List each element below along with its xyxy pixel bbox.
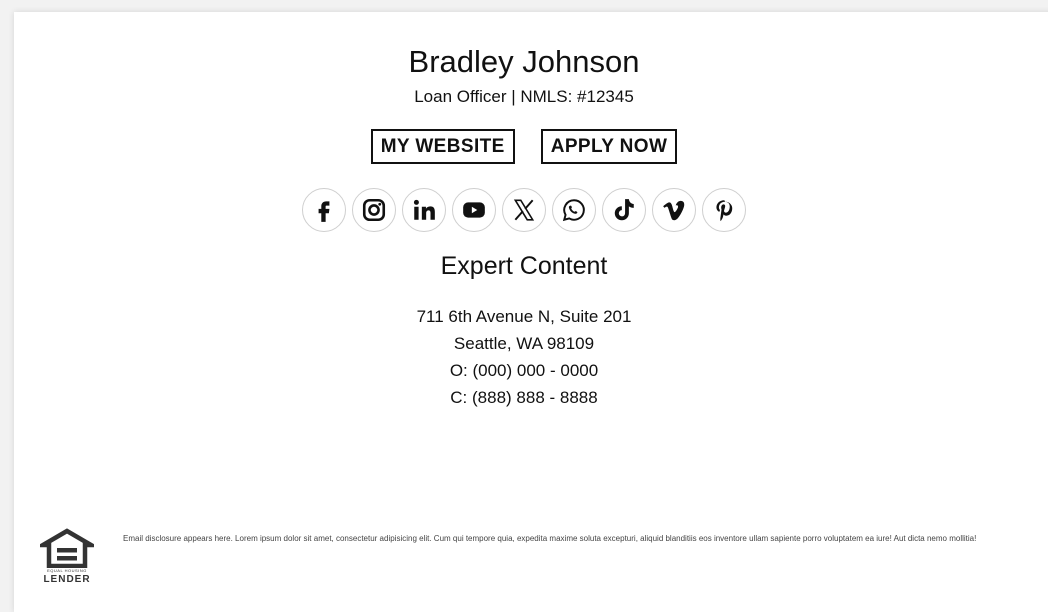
signature-name: Bradley Johnson [408, 44, 640, 79]
my-website-button[interactable]: MY WEBSITE [370, 129, 515, 164]
tiktok-icon[interactable] [602, 188, 646, 232]
house-icon [34, 528, 100, 569]
office-phone: O: (000) 000 - 0000 [449, 361, 599, 380]
vimeo-icon[interactable] [652, 188, 696, 232]
youtube-icon[interactable] [452, 188, 496, 232]
company-name: Expert Content [440, 252, 608, 280]
facebook-icon[interactable] [302, 188, 346, 232]
address-line-2: Seattle, WA 98109 [453, 334, 595, 353]
pinterest-icon[interactable] [702, 188, 746, 232]
email-disclosure: Email disclosure appears here. Lorem ips… [123, 534, 977, 543]
address-line-1: 711 6th Avenue N, Suite 201 [416, 307, 632, 326]
social-icons-row [0, 188, 1048, 232]
whatsapp-icon[interactable] [552, 188, 596, 232]
linkedin-icon[interactable] [402, 188, 446, 232]
button-row: MY WEBSITE APPLY NOW [0, 129, 1048, 164]
cell-phone: C: (888) 888 - 8888 [450, 388, 598, 407]
x-icon[interactable] [502, 188, 546, 232]
equal-housing-lender-logo: EQUAL HOUSING LENDER [34, 528, 100, 590]
signature-title: Loan Officer | NMLS: #12345 [414, 87, 634, 106]
ehl-small-text: EQUAL HOUSING [47, 568, 87, 573]
apply-now-button[interactable]: APPLY NOW [540, 129, 678, 164]
ehl-lender-text: LENDER [43, 574, 91, 585]
contact-block: 711 6th Avenue N, Suite 201 Seattle, WA … [0, 303, 1048, 411]
instagram-icon[interactable] [352, 188, 396, 232]
